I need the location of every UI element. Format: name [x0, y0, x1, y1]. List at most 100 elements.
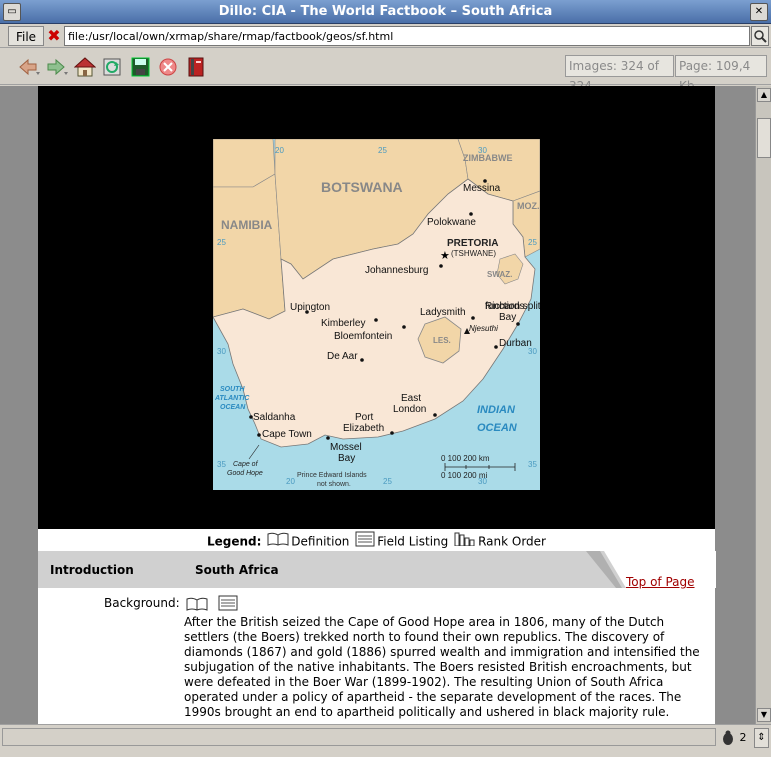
legend-rank-order[interactable]: Rank Order	[478, 535, 546, 549]
definition-book-icon[interactable]	[267, 532, 289, 552]
svg-text:SOUTH: SOUTH	[220, 386, 245, 393]
back-button[interactable]	[18, 57, 40, 77]
url-input[interactable]	[64, 26, 750, 46]
svg-text:Durban: Durban	[499, 338, 532, 349]
reload-icon	[103, 58, 121, 76]
svg-text:35: 35	[528, 460, 537, 469]
legend-field-listing[interactable]: Field Listing	[377, 535, 448, 549]
svg-text:Port: Port	[355, 412, 374, 423]
home-icon	[73, 57, 97, 77]
svg-text:Bay: Bay	[338, 453, 355, 464]
background-icons	[186, 595, 238, 614]
map-label-mozambique: MOZ.	[517, 201, 540, 211]
page-size-status: Page: 109,4 Kb	[675, 55, 767, 93]
svg-text:Bay: Bay	[499, 312, 516, 323]
bookmarks-button[interactable]	[186, 57, 208, 77]
status-message	[2, 728, 716, 746]
fullscreen-toggle-icon[interactable]: ⇕	[754, 728, 769, 748]
scroll-down-arrow-icon[interactable]: ▼	[757, 708, 771, 722]
section-title: Introduction	[50, 563, 134, 577]
navigation-toolbar: Images: 324 of 324 Page: 109,4 Kb	[0, 49, 771, 93]
svg-text:20: 20	[286, 477, 295, 486]
background-label: Background:	[104, 596, 180, 610]
bug-count: 2	[739, 731, 747, 744]
svg-text:20: 20	[275, 146, 284, 155]
clear-url-icon[interactable]: ✖	[46, 28, 62, 44]
svg-text:Mossel: Mossel	[330, 442, 362, 453]
svg-text:INDIAN: INDIAN	[477, 404, 516, 416]
map-frame: 20 25 30 25 30 35 20 25 30 25 30 35 BOTSWANA NAM…	[38, 86, 715, 529]
stop-icon	[159, 58, 177, 76]
svg-text:Elizabeth: Elizabeth	[343, 423, 384, 434]
svg-text:0 100 200 mi: 0 100 200 mi	[441, 471, 487, 480]
legend-label: Legend:	[207, 534, 262, 549]
rank-order-icon[interactable]	[454, 532, 476, 552]
svg-text:OCEAN: OCEAN	[220, 404, 246, 411]
home-button[interactable]	[73, 57, 97, 77]
svg-text:Richards: Richards	[485, 301, 524, 312]
map-label-namibia: NAMIBIA	[221, 218, 273, 232]
svg-text:Messina: Messina	[463, 183, 501, 194]
svg-text:ATLANTIC: ATLANTIC	[214, 395, 250, 402]
svg-text:De Aar: De Aar	[327, 351, 358, 362]
svg-text:Bloemfontein: Bloemfontein	[334, 331, 392, 342]
definition-book-icon[interactable]	[186, 597, 212, 614]
top-of-page-link[interactable]: Top of Page	[626, 575, 695, 589]
svg-text:Njesuthi: Njesuthi	[469, 324, 498, 333]
svg-text:East: East	[401, 393, 421, 404]
svg-text:London: London	[393, 404, 426, 415]
svg-text:Kimberley: Kimberley	[321, 318, 365, 329]
map-label-capital: PRETORIA	[447, 238, 499, 249]
svg-text:★: ★	[440, 250, 450, 262]
svg-text:25: 25	[383, 477, 392, 486]
bug-meter[interactable]: 2	[720, 728, 752, 748]
svg-text:Polokwane: Polokwane	[427, 217, 476, 228]
window-menu-button[interactable]: ▭	[3, 3, 21, 21]
svg-text:25: 25	[378, 146, 387, 155]
svg-text:Johannesburg: Johannesburg	[365, 265, 428, 276]
svg-text:30: 30	[217, 347, 226, 356]
bug-icon	[723, 730, 733, 745]
south-africa-map: 20 25 30 253035 20 25 30 253035 BOTSWANA NAM…	[213, 139, 540, 490]
svg-text:25: 25	[528, 238, 537, 247]
window-close-button[interactable]: ✕	[750, 3, 768, 21]
reload-button[interactable]	[102, 57, 124, 77]
images-status: Images: 324 of 324	[565, 55, 674, 93]
save-button[interactable]	[130, 57, 152, 77]
save-icon	[131, 57, 150, 77]
scroll-up-arrow-icon[interactable]: ▲	[757, 88, 771, 102]
svg-text:0 100 200 km: 0 100 200 km	[441, 454, 490, 463]
map-label-capital-alt: (TSHWANE)	[451, 249, 496, 258]
location-bar: File ✖	[0, 24, 771, 48]
svg-text:Prince Edward Islands: Prince Edward Islands	[297, 472, 367, 479]
legend-definition[interactable]: Definition	[291, 535, 349, 549]
back-icon	[19, 58, 40, 76]
window-title: Dillo: CIA - The World Factbook – South …	[218, 4, 553, 19]
map-label-zimbabwe: ZIMBABWE	[463, 153, 513, 163]
search-icon	[754, 30, 767, 43]
status-bar: 2 ⇕	[0, 724, 771, 757]
map-label-botswana: BOTSWANA	[321, 179, 403, 195]
window-titlebar: ▭ Dillo: CIA - The World Factbook – Sout…	[0, 0, 771, 24]
svg-text:not shown.: not shown.	[317, 481, 351, 488]
bookmarks-icon	[188, 57, 204, 77]
scroll-thumb[interactable]	[757, 118, 771, 158]
forward-button[interactable]	[46, 57, 68, 77]
section-header: Introduction South Africa Top of Page	[38, 551, 716, 589]
search-button[interactable]	[751, 26, 769, 46]
svg-text:Saldanha: Saldanha	[253, 412, 296, 423]
background-text: After the British seized the Cape of Goo…	[184, 615, 700, 719]
field-listing-icon[interactable]	[218, 595, 238, 614]
legend-bar: Legend: Definition Field Listing Rank Or…	[38, 531, 715, 551]
field-listing-icon[interactable]	[355, 531, 375, 553]
page-content: 20 25 30 25 30 35 20 25 30 25 30 35 BOTSWANA NAM…	[38, 86, 716, 724]
svg-text:25: 25	[217, 238, 226, 247]
vertical-scrollbar[interactable]: ▲ ▼	[755, 86, 771, 724]
svg-text:Cape of: Cape of	[233, 461, 259, 468]
stop-button[interactable]	[158, 57, 180, 77]
page-viewport[interactable]: 20 25 30 25 30 35 20 25 30 25 30 35 BOTSWANA NAM…	[0, 86, 755, 724]
file-menu[interactable]: File	[8, 26, 44, 46]
svg-text:Cape Town: Cape Town	[262, 429, 312, 440]
svg-text:Upington: Upington	[290, 302, 330, 313]
section-country: South Africa	[195, 563, 279, 577]
